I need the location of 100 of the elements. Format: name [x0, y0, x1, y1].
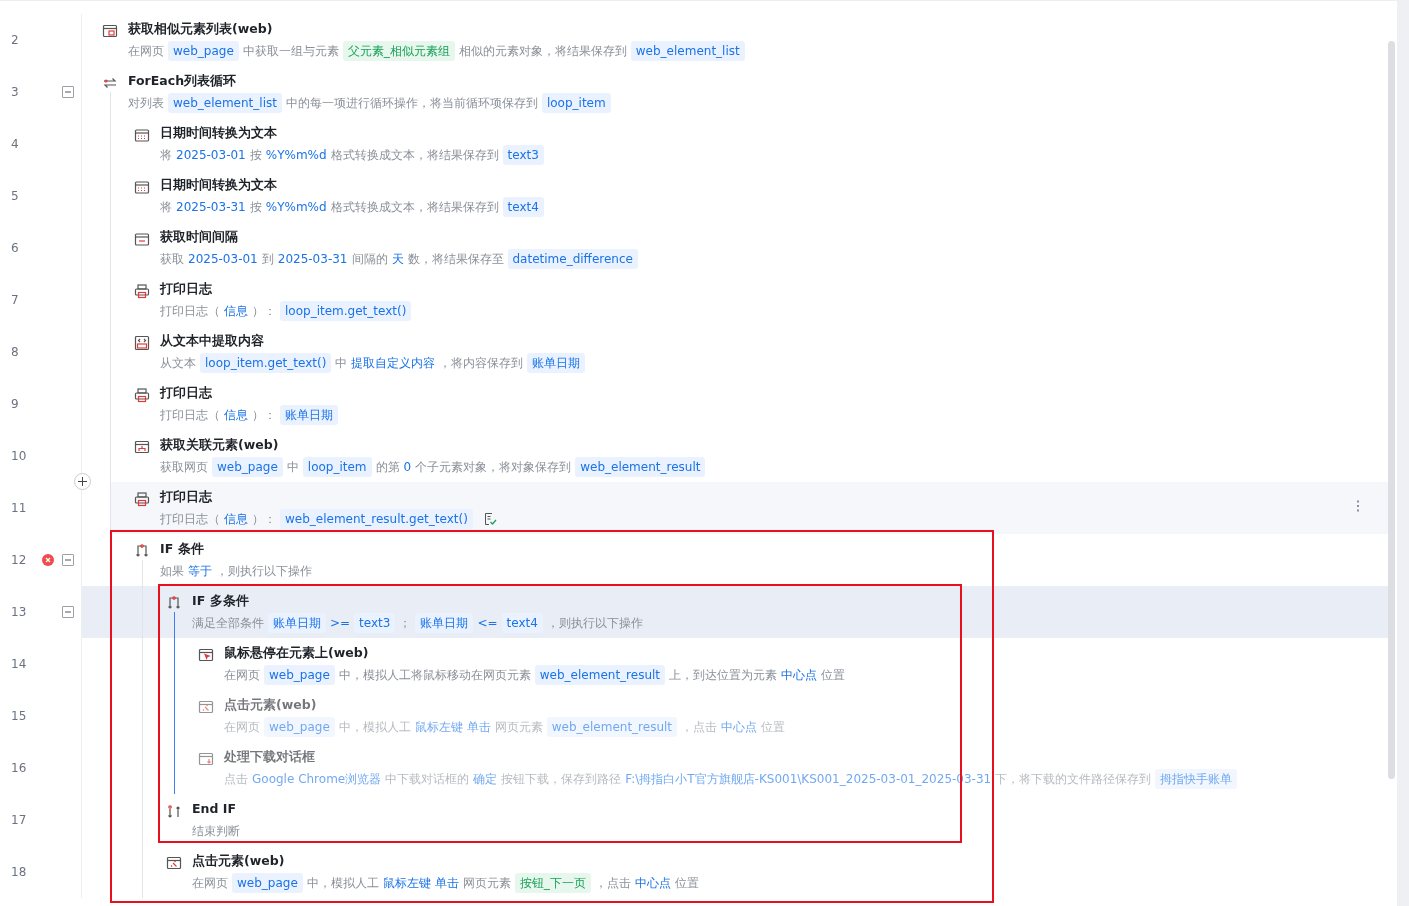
description-text: ，则执行以下操作: [216, 563, 312, 580]
line-number: 11: [11, 501, 27, 515]
description-text: 在网页: [128, 43, 164, 60]
variable-tag[interactable]: text3: [354, 613, 396, 633]
variable-tag[interactable]: loop_item.get_text(): [200, 353, 332, 373]
description-text: 结束判断: [192, 823, 240, 840]
variable-tag[interactable]: 账单日期: [415, 613, 474, 633]
description-text: ，点击: [681, 719, 718, 736]
description-text: 的第: [375, 459, 400, 476]
line-number: 12: [11, 553, 27, 567]
step-title: IF 条件: [160, 540, 205, 558]
variable-tag[interactable]: web_element_list: [630, 41, 745, 61]
parameter-link[interactable]: 2025-03-31: [277, 249, 348, 269]
more-options-button[interactable]: [1356, 500, 1360, 512]
variable-tag[interactable]: web_element_result.get_text(): [280, 509, 473, 529]
step-title: 日期时间转换为文本: [160, 176, 278, 194]
parameter-link[interactable]: 信息: [224, 405, 248, 425]
step-title: 从文本中提取内容: [160, 332, 265, 350]
parameter-link[interactable]: %Y%m%d: [265, 197, 327, 217]
parameter-link[interactable]: <=: [477, 613, 498, 633]
description-text: 下，将下载的文件路径保存到: [995, 771, 1152, 788]
description-text: 如果: [160, 563, 184, 580]
description-text: ）：: [252, 407, 276, 424]
description-text: 满足全部条件: [192, 615, 264, 632]
printer-icon: [134, 283, 150, 299]
variable-tag[interactable]: web_page: [264, 665, 335, 685]
parameter-link[interactable]: 信息: [224, 509, 248, 529]
variable-tag[interactable]: loop_item.get_text(): [280, 301, 412, 321]
variable-tag[interactable]: web_element_result: [534, 665, 666, 685]
parameter-link[interactable]: 中心点: [634, 873, 671, 893]
variable-tag[interactable]: loop_item: [302, 457, 372, 477]
step-title: 获取相似元素列表(web): [128, 20, 274, 38]
plus-icon: [78, 477, 87, 486]
line-number: 13: [11, 605, 27, 619]
collapse-button[interactable]: [62, 606, 74, 618]
variable-tag[interactable]: text4: [501, 613, 543, 633]
description-text: 将: [160, 199, 172, 216]
collapse-button[interactable]: [62, 554, 74, 566]
step-title: 打印日志: [160, 384, 213, 402]
step-title: ForEach列表循环: [128, 72, 238, 90]
description-text: 中，模拟人工: [338, 719, 411, 736]
line-number: 6: [11, 241, 19, 255]
description-text: 获取网页: [160, 459, 208, 476]
step-title: 点击元素(web): [192, 852, 286, 870]
description-text: ，将内容保存到: [439, 355, 524, 372]
parameter-link[interactable]: 单击: [434, 873, 459, 893]
parameter-link[interactable]: %Y%m%d: [265, 145, 327, 165]
variable-tag[interactable]: web_page: [168, 41, 239, 61]
element-tag[interactable]: 父元素_相似元素组: [342, 41, 455, 61]
line-number: 5: [11, 189, 19, 203]
description-text: 格式转换成文本，将结果保存到: [330, 199, 499, 216]
variable-tag[interactable]: web_element_list: [168, 93, 282, 113]
parameter-link[interactable]: 中心点: [781, 665, 818, 685]
checklist-icon[interactable]: [482, 512, 497, 526]
description-text: ；: [399, 615, 412, 632]
parameter-link[interactable]: 信息: [224, 301, 248, 321]
browser-window-icon: [102, 23, 118, 39]
element-tag[interactable]: 按钮_下一页: [514, 873, 591, 893]
parameter-link[interactable]: 2025-03-31: [176, 197, 246, 217]
collapse-button[interactable]: [62, 86, 74, 98]
description-text: 按钮下载，保存到路径: [501, 771, 622, 788]
description-text: 间隔的: [351, 251, 388, 268]
variable-tag[interactable]: text3: [502, 145, 544, 165]
parameter-link[interactable]: 0: [403, 457, 412, 477]
line-number: 10: [11, 449, 27, 463]
parameter-link[interactable]: 2025-03-01: [176, 145, 246, 165]
parameter-link[interactable]: 天: [391, 249, 404, 269]
variable-tag[interactable]: 账单日期: [280, 405, 338, 425]
description-text: 获取: [160, 251, 184, 268]
parameter-link[interactable]: 2025-03-01: [188, 249, 258, 269]
description-text: 位置: [761, 719, 786, 736]
description-text: 网页元素: [462, 875, 511, 892]
variable-tag[interactable]: datetime_difference: [507, 249, 638, 269]
hovered-step-background[interactable]: 打印日志 打印日志（ 信息 ）： web_element_result.get_text(): [110, 482, 1388, 534]
variable-tag[interactable]: 账单日期: [527, 353, 586, 373]
parameter-link[interactable]: 等于: [188, 561, 212, 581]
browser-click-icon: [198, 699, 214, 715]
line-number: 9: [11, 397, 19, 411]
line-number: 14: [11, 657, 27, 671]
parameter-link[interactable]: 提取自定义内容: [351, 353, 436, 373]
variable-tag[interactable]: loop_item: [541, 93, 611, 113]
line-number: 16: [11, 761, 27, 775]
description-text: 中的每一项进行循环操作，将当前循环项保存到: [285, 95, 538, 112]
variable-tag[interactable]: web_page: [212, 457, 283, 477]
variable-tag[interactable]: 账单日期: [268, 613, 326, 633]
scrollbar-thumb[interactable]: [1388, 41, 1395, 779]
parameter-link[interactable]: 鼠标左键: [382, 873, 431, 893]
browser-click-icon: [166, 855, 182, 871]
browser-cursor-icon: [198, 647, 214, 663]
description-text: 从文本: [160, 355, 196, 372]
variable-tag[interactable]: text4: [502, 197, 544, 217]
description-text: 数，将结果保存至: [407, 251, 504, 268]
browser-tree-icon: [134, 439, 150, 455]
variable-tag[interactable]: web_page: [232, 873, 303, 893]
line-number: 2: [11, 33, 19, 47]
dialog-download-icon: [198, 751, 214, 767]
step-title: 打印日志: [160, 280, 213, 298]
variable-tag[interactable]: web_element_result: [575, 457, 706, 477]
selected-step-row[interactable]: 13 IF 多条件 满足全部条件 账单日期 >= text3 ； 账单日期 <= text4 ，则执行以下操作: [0, 586, 1388, 638]
parameter-link[interactable]: >=: [330, 613, 351, 633]
